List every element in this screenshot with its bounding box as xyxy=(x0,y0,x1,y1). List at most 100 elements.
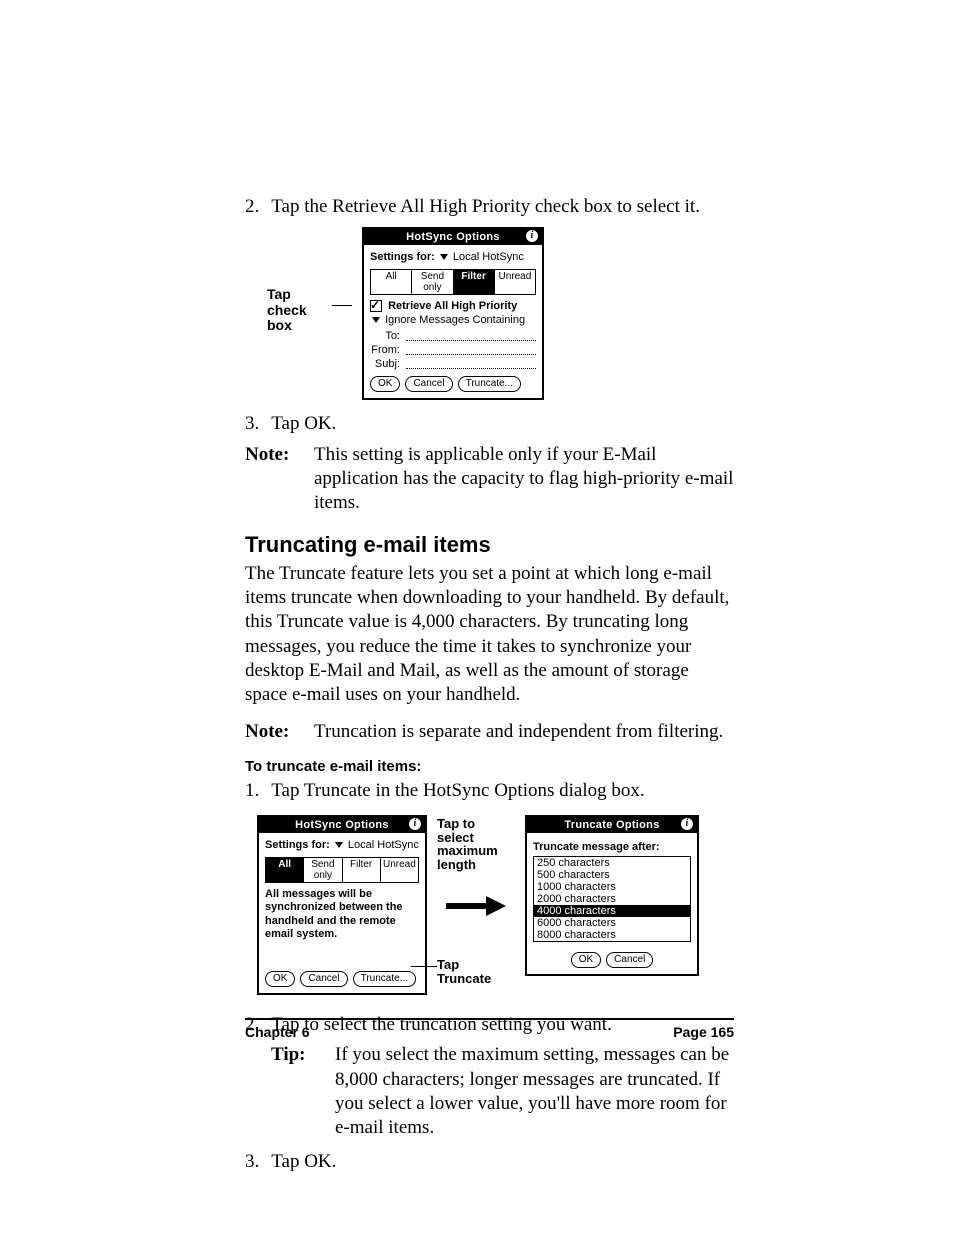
list-text: Tap OK. xyxy=(271,412,336,436)
procedure-heading: To truncate e-mail items: xyxy=(245,758,734,775)
list-item[interactable]: 6000 characters xyxy=(534,917,690,929)
info-icon[interactable]: i xyxy=(526,230,538,242)
tab-unread[interactable]: Unread xyxy=(381,858,418,882)
section-heading: Truncating e-mail items xyxy=(245,532,734,558)
dialog-button-row: OK Cancel Truncate... xyxy=(370,376,536,392)
dialog-title-bar: Truncate Options i xyxy=(527,817,697,833)
from-label: From: xyxy=(370,344,400,356)
ignore-messages-row[interactable]: Ignore Messages Containing xyxy=(370,314,536,326)
trunc-step-3: 3. Tap OK. xyxy=(245,1150,734,1174)
figure-2: HotSync Options i Settings for: Local Ho… xyxy=(257,815,734,995)
callout-tap-truncate: Tap Truncate xyxy=(437,958,515,985)
cancel-button[interactable]: Cancel xyxy=(606,952,653,968)
tip-label: Tip: xyxy=(271,1043,307,1140)
dialog-title-bar: HotSync Options i xyxy=(259,817,425,833)
ok-button[interactable]: OK xyxy=(571,952,601,968)
settings-label: Settings for: xyxy=(370,251,435,263)
tip: Tip: If you select the maximum setting, … xyxy=(271,1043,734,1140)
step-3: 3. Tap OK. xyxy=(245,412,734,436)
dropdown-icon[interactable] xyxy=(372,317,380,323)
note-label: Note: xyxy=(245,720,300,744)
filter-tabs: All Send only Filter Unread xyxy=(370,269,536,295)
tab-all[interactable]: All xyxy=(371,270,412,294)
cancel-button[interactable]: Cancel xyxy=(405,376,452,392)
filter-tabs: All Send only Filter Unread xyxy=(265,857,419,883)
dropdown-icon[interactable] xyxy=(440,254,448,260)
settings-value[interactable]: Local HotSync xyxy=(453,251,524,263)
truncate-options-dialog: Truncate Options i Truncate message afte… xyxy=(525,815,699,976)
from-input[interactable] xyxy=(406,344,536,355)
checkbox-icon[interactable] xyxy=(370,300,382,312)
dialog-body: Settings for: Local HotSync All Send onl… xyxy=(364,245,542,398)
truncate-button[interactable]: Truncate... xyxy=(458,376,521,392)
dialog-title: HotSync Options xyxy=(406,231,500,243)
arrow-icon xyxy=(446,898,506,914)
dialog-body: Settings for: Local HotSync All Send onl… xyxy=(259,833,425,993)
list-item[interactable]: 8000 characters xyxy=(534,929,690,941)
to-input[interactable] xyxy=(406,330,536,341)
truncate-options-list: 250 characters 500 characters 1000 chara… xyxy=(533,856,691,942)
trunc-step-1: 1. Tap Truncate in the HotSync Options d… xyxy=(245,779,734,803)
subj-field-row: Subj: xyxy=(370,358,536,370)
list-item[interactable]: 2000 characters xyxy=(534,893,690,905)
subj-input[interactable] xyxy=(406,358,536,369)
tip-text: If you select the maximum setting, messa… xyxy=(335,1043,734,1140)
dialog-title-bar: HotSync Options i xyxy=(364,229,542,245)
paragraph: The Truncate feature lets you set a poin… xyxy=(245,562,734,708)
info-icon[interactable]: i xyxy=(681,818,693,830)
tab-unread[interactable]: Unread xyxy=(495,270,535,294)
list-number: 3. xyxy=(245,412,259,436)
truncate-after-label: Truncate message after: xyxy=(533,841,691,853)
callout-leader-line xyxy=(332,305,352,306)
info-icon[interactable]: i xyxy=(409,818,421,830)
dialog-title: HotSync Options xyxy=(295,819,389,831)
list-item[interactable]: 4000 characters xyxy=(534,905,690,917)
subj-label: Subj: xyxy=(370,358,400,370)
ok-button[interactable]: OK xyxy=(370,376,400,392)
figure-1: Tap check box HotSync Options i Settings… xyxy=(267,227,734,400)
settings-value[interactable]: Local HotSync xyxy=(348,839,419,851)
truncate-button[interactable]: Truncate... xyxy=(353,971,416,987)
all-messages-text: All messages will be synchronized betwee… xyxy=(265,888,419,941)
ignore-label: Ignore Messages Containing xyxy=(385,314,525,326)
hotsync-options-dialog-all: HotSync Options i Settings for: Local Ho… xyxy=(257,815,427,995)
list-text: Tap OK. xyxy=(271,1150,336,1174)
list-number: 3. xyxy=(245,1150,259,1174)
list-item[interactable]: 1000 characters xyxy=(534,881,690,893)
list-item[interactable]: 250 characters xyxy=(534,857,690,869)
tab-filter[interactable]: Filter xyxy=(343,858,381,882)
dialog-button-row: OK Cancel Truncate... xyxy=(265,971,419,987)
dialog-body: Truncate message after: 250 characters 5… xyxy=(527,833,697,974)
callout-leader-line xyxy=(411,966,437,967)
list-number: 2. xyxy=(245,195,259,219)
tab-filter[interactable]: Filter xyxy=(454,270,495,294)
note-2: Note: Truncation is separate and indepen… xyxy=(245,720,734,744)
chapter-label: Chapter 6 xyxy=(245,1024,310,1040)
list-number: 1. xyxy=(245,779,259,803)
page-footer: Chapter 6 Page 165 xyxy=(245,1018,734,1040)
ok-button[interactable]: OK xyxy=(265,971,295,987)
document-page: 2. Tap the Retrieve All High Priority ch… xyxy=(0,0,954,1235)
settings-for-row: Settings for: Local HotSync xyxy=(265,839,419,851)
tab-all[interactable]: All xyxy=(266,858,304,882)
cancel-button[interactable]: Cancel xyxy=(300,971,347,987)
callout-tap-checkbox: Tap check box xyxy=(267,287,322,333)
note-text: This setting is applicable only if your … xyxy=(314,443,734,516)
note-text: Truncation is separate and independent f… xyxy=(314,720,723,744)
hotsync-options-dialog: HotSync Options i Settings for: Local Ho… xyxy=(362,227,544,400)
tab-send-only[interactable]: Send only xyxy=(412,270,453,294)
tab-send-only[interactable]: Send only xyxy=(304,858,342,882)
dropdown-icon[interactable] xyxy=(335,842,343,848)
list-item[interactable]: 500 characters xyxy=(534,869,690,881)
note-1: Note: This setting is applicable only if… xyxy=(245,443,734,516)
figure-2-callouts: Tap to select maximum length Tap Truncat… xyxy=(437,815,515,983)
retrieve-label: Retrieve All High Priority xyxy=(388,300,517,312)
dialog-title: Truncate Options xyxy=(564,819,659,831)
from-field-row: From: xyxy=(370,344,536,356)
dialog-button-row: OK Cancel xyxy=(533,952,691,968)
step-2: 2. Tap the Retrieve All High Priority ch… xyxy=(245,195,734,219)
to-field-row: To: xyxy=(370,330,536,342)
retrieve-high-priority-row[interactable]: Retrieve All High Priority xyxy=(370,300,536,312)
page-number: Page 165 xyxy=(673,1024,734,1040)
settings-for-row: Settings for: Local HotSync xyxy=(370,251,536,263)
